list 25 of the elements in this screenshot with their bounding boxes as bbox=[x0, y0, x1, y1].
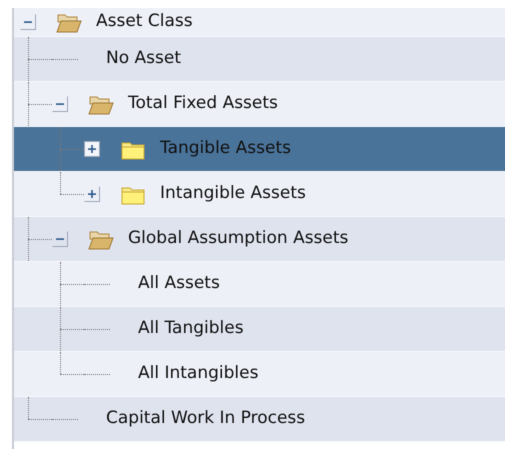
tree-item-label[interactable]: Intangible Assets bbox=[160, 181, 306, 207]
tree-item-label[interactable]: Asset Class bbox=[96, 9, 193, 35]
tree-row[interactable]: Intangible Assets bbox=[14, 172, 505, 217]
tree-item-label[interactable]: Capital Work In Process bbox=[106, 406, 306, 432]
tree-row[interactable]: No Asset bbox=[14, 37, 505, 82]
expand-icon[interactable] bbox=[84, 186, 100, 202]
tree-item-label[interactable]: All Intangibles bbox=[138, 361, 258, 387]
tree-row[interactable]: All Assets bbox=[14, 262, 505, 307]
tree-row[interactable]: Global Assumption Assets bbox=[14, 217, 505, 262]
tree-item-label[interactable]: Tangible Assets bbox=[160, 136, 291, 162]
expand-icon[interactable] bbox=[84, 141, 100, 157]
tree-row[interactable]: Capital Work In Process bbox=[14, 397, 505, 442]
tree-row[interactable]: Asset Class bbox=[14, 8, 505, 37]
tree-item-label[interactable]: All Tangibles bbox=[138, 316, 244, 342]
tree-row[interactable]: Tangible Assets bbox=[14, 127, 505, 172]
tree-item-label[interactable]: Global Assumption Assets bbox=[128, 226, 348, 252]
tree-row[interactable]: Total Fixed Assets bbox=[14, 82, 505, 127]
collapse-icon[interactable] bbox=[52, 231, 68, 247]
tree-item-label[interactable]: Total Fixed Assets bbox=[128, 91, 278, 117]
collapse-icon[interactable] bbox=[52, 96, 68, 112]
tree-item-label[interactable]: All Assets bbox=[138, 271, 220, 297]
collapse-icon[interactable] bbox=[20, 14, 36, 30]
tree-row[interactable]: All Tangibles bbox=[14, 307, 505, 352]
tree-row[interactable]: All Intangibles bbox=[14, 352, 505, 397]
tree-item-label[interactable]: No Asset bbox=[106, 46, 181, 72]
